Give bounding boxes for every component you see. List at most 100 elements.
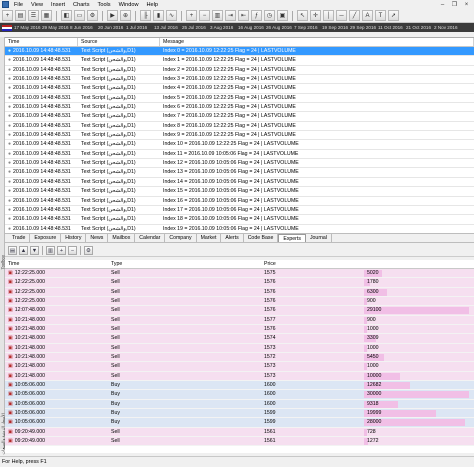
arrows-icon[interactable]: ➚ (388, 10, 399, 21)
tile-windows-icon[interactable]: ▥ (212, 10, 223, 21)
trade-row[interactable]: 10:21:48.000Sell 1574 3309 (5, 334, 474, 344)
log-row[interactable]: 2016.10.09 14:48:48.531Text Script (والش… (5, 75, 474, 85)
trade-row[interactable]: 09:20:49.000Sell 1561 1272 (5, 436, 474, 447)
trade-row[interactable]: 09:20:49.000Sell 1561 728 (5, 427, 474, 437)
menu-window[interactable]: Window (119, 2, 139, 8)
tab-alerts[interactable]: Alerts (221, 234, 244, 242)
trade-row[interactable]: 10:05:06.000Buy 1600 30000 (5, 390, 474, 400)
tab-code-base[interactable]: Code Base (244, 234, 279, 242)
trade-row[interactable]: 12:07:48.000Sell 1576 29100 (5, 306, 474, 316)
settings-icon[interactable]: ⚙ (84, 246, 93, 255)
templates-icon[interactable]: ▣ (277, 10, 288, 21)
market-watch-icon[interactable]: ◧ (61, 10, 72, 21)
log-row[interactable]: 2016.10.09 14:48:48.531Text Script (والش… (5, 206, 474, 216)
text-icon[interactable]: A (362, 10, 373, 21)
new-chart-icon[interactable]: + (2, 10, 13, 21)
minimize-icon[interactable]: ‒ (439, 1, 446, 8)
trade-row[interactable]: 10:21:48.000Sell 1576 1000 (5, 324, 474, 335)
sell-ticks-icon[interactable]: ▼ (30, 246, 39, 255)
trade-row[interactable]: 10:21:48.000Sell 1573 10000 (5, 371, 474, 381)
tab-history[interactable]: History (61, 234, 87, 242)
log-row[interactable]: 2016.10.09 14:48:48.531Text Script (والش… (5, 47, 474, 57)
log-row[interactable]: 2016.10.09 14:48:48.531Text Script (والش… (5, 178, 474, 188)
trendline-icon[interactable]: ╱ (349, 10, 360, 21)
column-header-message[interactable]: Message (160, 38, 474, 46)
trade-row[interactable]: 10:05:06.000Buy 1600 9318 (5, 399, 474, 409)
trade-row[interactable]: 12:22:25.000Sell 1576 1780 (5, 278, 474, 288)
log-row[interactable]: 2016.10.09 14:48:48.531Text Script (والش… (5, 140, 474, 150)
trade-row[interactable]: 12:22:25.000Sell 1575 5020 (5, 269, 474, 279)
log-row[interactable]: 2016.10.09 14:48:48.531Text Script (والش… (5, 56, 474, 66)
data-window-icon[interactable]: ▦ (41, 10, 52, 21)
restore-icon[interactable]: ❐ (451, 1, 458, 8)
horizontal-line-icon[interactable]: ─ (336, 10, 347, 21)
all-ticks-icon[interactable]: ▤ (8, 246, 17, 255)
tab-mailbox[interactable]: Mailbox (108, 234, 136, 242)
trade-row[interactable]: 10:21:48.000Sell 1573 1000 (5, 362, 474, 372)
column-header-type[interactable]: Type (108, 260, 261, 268)
log-row[interactable]: 2016.10.09 14:48:48.531Text Script (والش… (5, 131, 474, 141)
trade-row[interactable]: 10:21:48.000Sell 1572 5450 (5, 352, 474, 363)
log-row[interactable]: 2016.10.09 14:48:48.531Text Script (والش… (5, 225, 474, 233)
column-header-time[interactable]: Time (5, 260, 108, 268)
zoom-out-icon[interactable]: − (68, 246, 77, 255)
menu-view[interactable]: View (31, 2, 43, 8)
chart-shift-icon[interactable]: ⇤ (238, 10, 249, 21)
log-row[interactable]: 2016.10.09 14:48:48.531Text Script (والش… (5, 84, 474, 94)
trade-row[interactable]: 10:21:48.000Sell 1573 1000 (5, 343, 474, 353)
tab-calendar[interactable]: Calendar (135, 234, 166, 242)
log-row[interactable]: 2016.10.09 14:48:48.531Text Script (والش… (5, 168, 474, 178)
zoom-in-icon[interactable]: + (186, 10, 197, 21)
zoom-in-icon[interactable]: + (57, 246, 66, 255)
menu-help[interactable]: Help (147, 2, 159, 8)
trade-row[interactable]: 10:05:06.000Buy 1599 19999 (5, 408, 474, 419)
line-chart-icon[interactable]: ∿ (166, 10, 177, 21)
trade-row[interactable]: 10:05:06.000Buy 1599 28000 (5, 418, 474, 428)
column-header-volume[interactable] (364, 260, 474, 268)
tab-market[interactable]: Market (197, 234, 222, 242)
column-header-time[interactable]: Time (5, 38, 78, 46)
autotrading-icon[interactable]: ▶ (107, 10, 118, 21)
tab-trade[interactable]: Trade (8, 234, 31, 242)
bar-chart-icon[interactable]: ▥ (46, 246, 55, 255)
log-row[interactable]: 2016.10.09 14:48:48.531Text Script (والش… (5, 122, 474, 132)
terminal-icon[interactable]: ▭ (74, 10, 85, 21)
crosshair-icon[interactable]: ✛ (310, 10, 321, 21)
auto-scroll-icon[interactable]: ⇥ (225, 10, 236, 21)
log-row[interactable]: 2016.10.09 14:48:48.531Text Script (والش… (5, 187, 474, 197)
log-row[interactable]: 2016.10.09 14:48:48.531Text Script (والش… (5, 103, 474, 113)
buy-ticks-icon[interactable]: ▲ (19, 246, 28, 255)
log-row[interactable]: 2016.10.09 14:48:48.531Text Script (والش… (5, 94, 474, 104)
menu-insert[interactable]: Insert (51, 2, 65, 8)
column-header-source[interactable]: Source (78, 38, 160, 46)
menu-tools[interactable]: Tools (98, 2, 111, 8)
log-row[interactable]: 2016.10.09 14:48:48.531Text Script (والش… (5, 215, 474, 225)
tab-news[interactable]: News (86, 234, 109, 242)
bar-chart-icon[interactable]: ╟ (140, 10, 151, 21)
log-row[interactable]: 2016.10.09 14:48:48.531Text Script (والش… (5, 159, 474, 169)
tab-journal[interactable]: Journal (306, 234, 332, 242)
tab-company[interactable]: Company (165, 234, 197, 242)
log-row[interactable]: 2016.10.09 14:48:48.531Text Script (والش… (5, 66, 474, 76)
indicators-icon[interactable]: ƒ (251, 10, 262, 21)
close-icon[interactable]: × (463, 1, 470, 8)
label-icon[interactable]: T (375, 10, 386, 21)
trade-row[interactable]: 10:21:48.000Sell 1577 900 (5, 315, 474, 325)
log-row[interactable]: 2016.10.09 14:48:48.531Text Script (والش… (5, 150, 474, 160)
tab-experts[interactable]: Experts (278, 234, 306, 242)
menu-file[interactable]: File (14, 2, 23, 8)
tab-exposure[interactable]: Exposure (30, 234, 62, 242)
log-row[interactable]: 2016.10.09 14:48:48.531Text Script (والش… (5, 197, 474, 206)
column-header-price[interactable]: Price (261, 260, 364, 268)
periods-icon[interactable]: ◷ (264, 10, 275, 21)
profiles-icon[interactable]: ▤ (15, 10, 26, 21)
trade-row[interactable]: 12:22:25.000Sell 1576 6300 (5, 287, 474, 297)
log-row[interactable]: 2016.10.09 14:48:48.531Text Script (والش… (5, 112, 474, 122)
navigator-icon[interactable]: ☰ (28, 10, 39, 21)
vertical-line-icon[interactable]: │ (323, 10, 334, 21)
trade-row[interactable]: 10:05:06.000Buy 1600 12682 (5, 380, 474, 391)
cursor-icon[interactable]: ↖ (297, 10, 308, 21)
menu-charts[interactable]: Charts (73, 2, 89, 8)
new-order-icon[interactable]: ⊕ (120, 10, 131, 21)
candles-icon[interactable]: ▮ (153, 10, 164, 21)
